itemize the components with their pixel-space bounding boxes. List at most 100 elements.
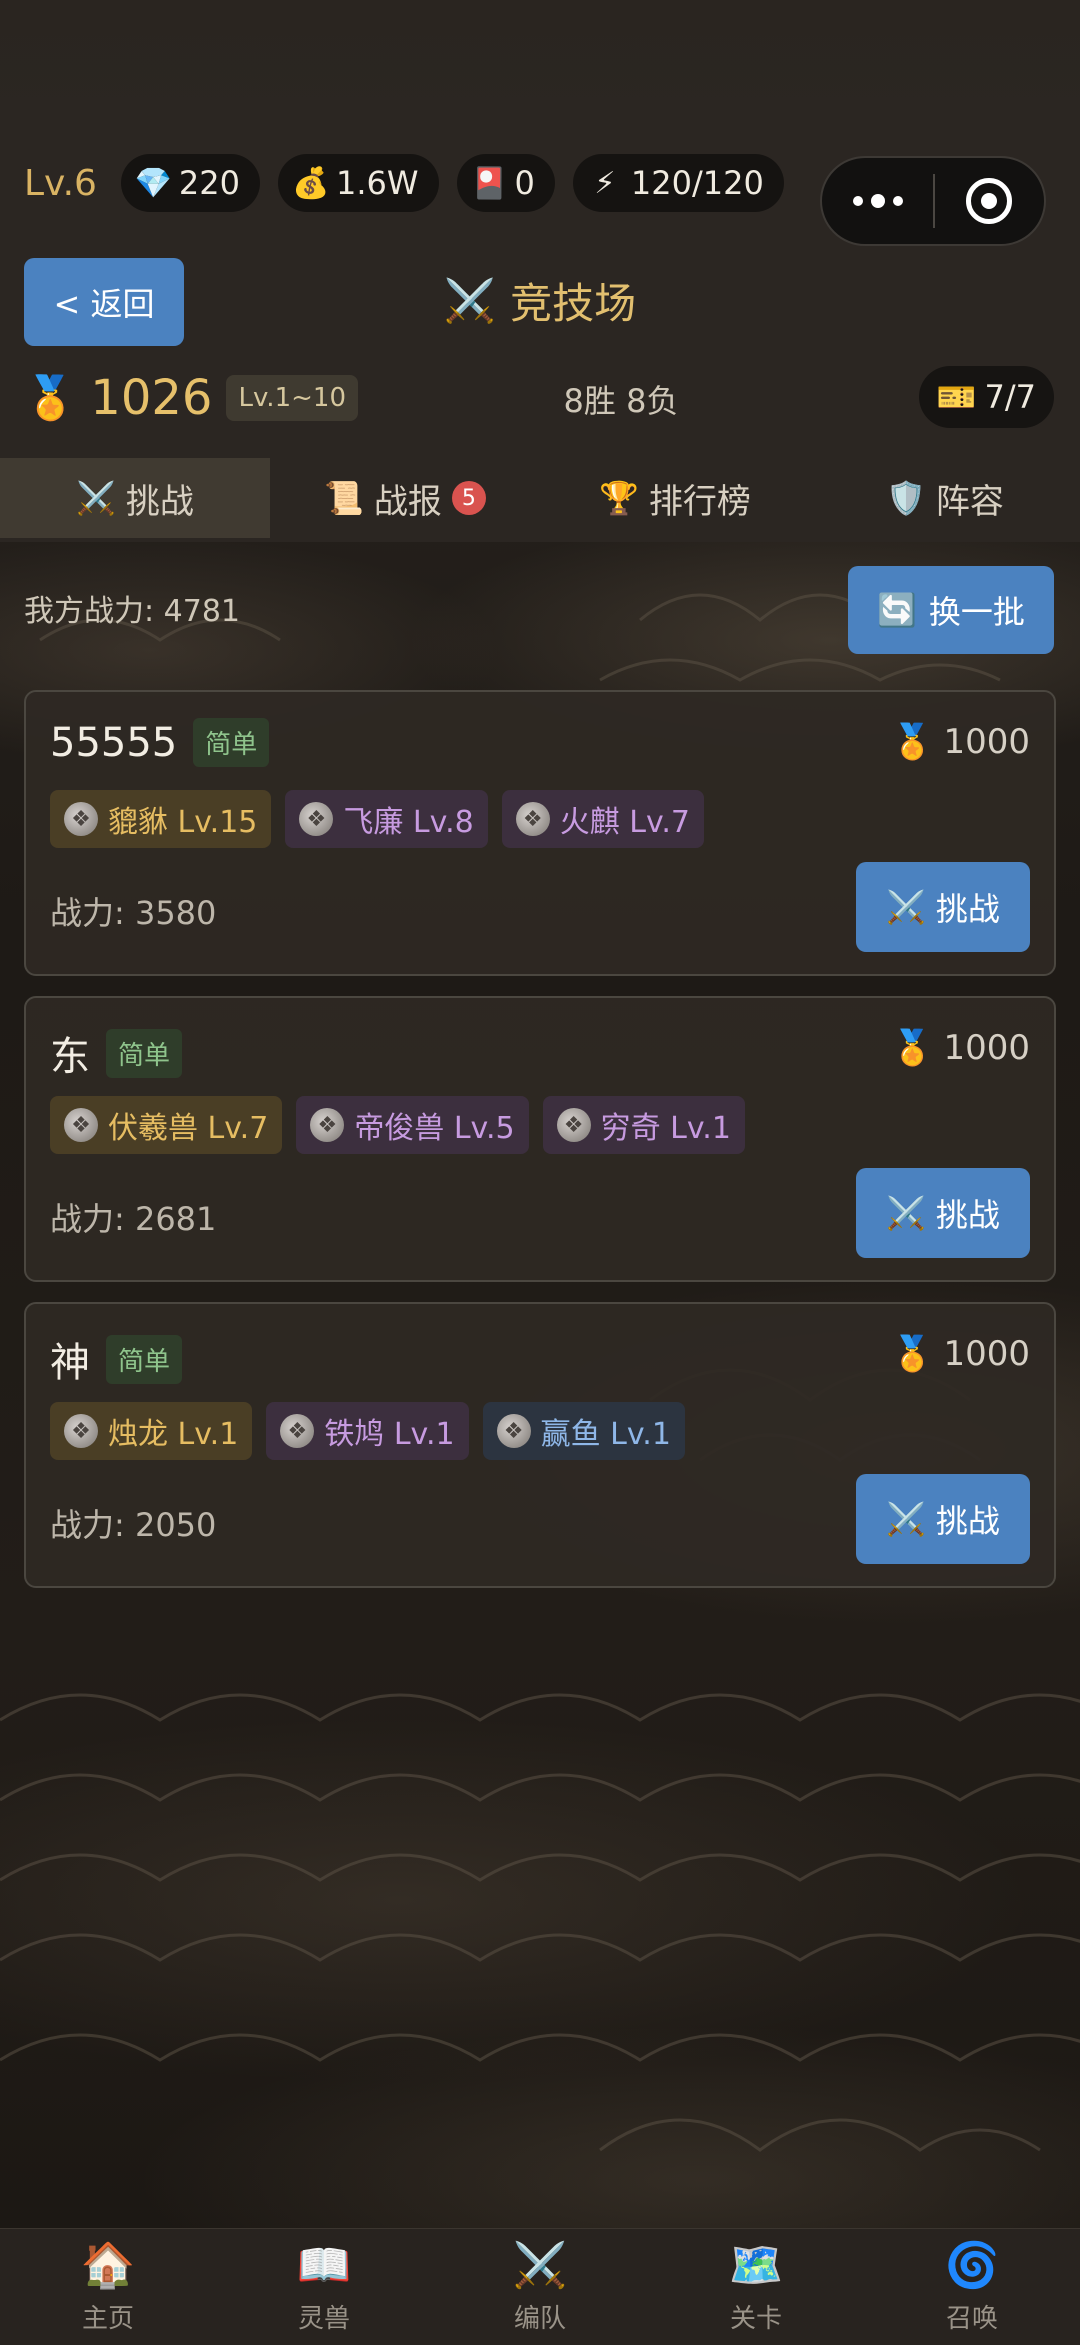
target-icon	[966, 178, 1013, 224]
gold-counter[interactable]: 💰 1.6W	[278, 154, 439, 212]
tickets-value: 7/7	[984, 378, 1037, 416]
beast-avatar-icon: ❖	[515, 802, 550, 836]
title-text: 竞技场	[510, 279, 637, 328]
bottom-nav: 🏠 主页 📖 灵兽 ⚔️ 编队 🗺️ 关卡 🌀 召唤	[0, 2228, 1080, 2345]
nav-home[interactable]: 🏠 主页	[0, 2229, 216, 2345]
difficulty-badge: 简单	[193, 718, 270, 767]
shield-icon: 🛡️	[886, 479, 926, 517]
tab-challenge[interactable]: ⚔️ 挑战	[0, 458, 270, 538]
more-icon	[852, 196, 863, 206]
diamond-value: 220	[178, 164, 240, 202]
beast-tag[interactable]: ❖ 伏羲兽 Lv.7	[50, 1096, 283, 1154]
money-bag-icon: 💰	[292, 165, 330, 201]
beast-tag[interactable]: ❖ 铁鸠 Lv.1	[266, 1402, 469, 1460]
challenge-button[interactable]: ⚔️ 挑战	[856, 862, 1030, 952]
scroll-icon: 📜	[324, 479, 364, 517]
beast-list: ❖ 伏羲兽 Lv.7 ❖ 帝俊兽 Lv.5 ❖ 穷奇 Lv.1	[50, 1096, 745, 1154]
beast-tag[interactable]: ❖ 火麒 Lv.7	[501, 790, 705, 848]
challenge-tickets: 🎫 7/7	[918, 366, 1054, 428]
more-menu-button[interactable]	[822, 194, 933, 208]
medal-icon: 🏅	[891, 1028, 934, 1068]
ticket-icon: 🎫	[936, 378, 977, 416]
tab-label: 排行榜	[648, 481, 751, 522]
notification-badge: 5	[451, 481, 486, 515]
challenge-button[interactable]: ⚔️ 挑战	[856, 1168, 1030, 1258]
nav-team[interactable]: ⚔️ 编队	[432, 2229, 648, 2345]
page-title: ⚔️ 竞技场	[0, 270, 1080, 331]
beast-tag[interactable]: ❖ 帝俊兽 Lv.5	[296, 1096, 529, 1154]
beast-tag[interactable]: ❖ 飞廉 Lv.8	[285, 790, 488, 848]
opponent-power: 战力: 3580	[50, 894, 217, 932]
gold-value: 1.6W	[336, 164, 419, 202]
tab-label: 挑战	[125, 481, 194, 522]
nav-beasts[interactable]: 📖 灵兽	[216, 2229, 432, 2345]
beast-tag[interactable]: ❖ 赢鱼 Lv.1	[482, 1402, 685, 1460]
swords-icon: ⚔️	[512, 2239, 568, 2291]
beast-avatar-icon: ❖	[280, 1414, 315, 1448]
refresh-label: 换一批	[928, 593, 1025, 631]
difficulty-badge: 简单	[106, 1334, 183, 1384]
opponent-card: 55555 简单 🏅 1000 ❖ 貔貅 Lv.15 ❖ 飞廉 Lv.8 ❖ 火麒 Lv…	[24, 690, 1056, 976]
nav-label: 召唤	[945, 2303, 998, 2334]
nav-label: 主页	[81, 2303, 134, 2334]
resource-bar: Lv.6 💎 220 💰 1.6W 🎴 0 ⚡ 120/120	[24, 152, 784, 214]
nav-summon[interactable]: 🌀 召唤	[864, 2229, 1080, 2345]
energy-value: 120/120	[630, 164, 764, 202]
swirl-icon: 🌀	[944, 2239, 1000, 2291]
swords-icon: ⚔️	[886, 1194, 926, 1232]
opponent-name: 神	[50, 1340, 90, 1386]
beast-tag[interactable]: ❖ 烛龙 Lv.1	[50, 1402, 253, 1460]
win-loss-record: 8胜 8负	[563, 382, 679, 420]
beast-list: ❖ 貔貅 Lv.15 ❖ 飞廉 Lv.8 ❖ 火麒 Lv.7	[50, 790, 705, 848]
swords-icon: ⚔️	[886, 888, 926, 926]
medal-icon: 🏅	[891, 1334, 934, 1374]
diamond-icon: 💎	[134, 165, 173, 201]
beast-avatar-icon: ❖	[299, 802, 334, 836]
refresh-icon: 🔄	[877, 591, 917, 629]
map-icon: 🗺️	[728, 2239, 784, 2291]
beast-avatar-icon: ❖	[310, 1108, 345, 1142]
my-power: 我方战力: 4781	[24, 594, 240, 629]
energy-icon: ⚡	[594, 165, 616, 201]
book-icon: 📖	[296, 2239, 352, 2291]
top-strip	[0, 0, 1080, 132]
opponent-power: 战力: 2681	[50, 1200, 217, 1238]
opponent-name: 东	[50, 1034, 90, 1080]
refresh-button[interactable]: 🔄 换一批	[848, 566, 1054, 654]
close-miniprogram-button[interactable]	[935, 178, 1044, 224]
opponent-name: 55555	[50, 719, 178, 766]
tab-label: 阵容	[935, 481, 1004, 522]
nav-stages[interactable]: 🗺️ 关卡	[648, 2229, 864, 2345]
ticket-counter[interactable]: 🎴 0	[456, 154, 555, 212]
opponent-card: 东 简单 🏅 1000 ❖ 伏羲兽 Lv.7 ❖ 帝俊兽 Lv.5 ❖ 穷奇 Lv.1 …	[24, 996, 1056, 1282]
beast-avatar-icon: ❖	[64, 1108, 98, 1142]
opponent-points: 🏅 1000	[891, 722, 1030, 762]
opponent-card: 神 简单 🏅 1000 ❖ 烛龙 Lv.1 ❖ 铁鸠 Lv.1 ❖ 赢鱼 Lv.1 战力…	[24, 1302, 1056, 1588]
crossed-swords-icon: ⚔️	[443, 275, 497, 325]
beast-avatar-icon: ❖	[496, 1414, 531, 1448]
tab-bar: ⚔️ 挑战 📜 战报 5 🏆 排行榜 🛡️ 阵容	[0, 458, 1080, 538]
beast-avatar-icon: ❖	[556, 1108, 591, 1142]
tab-label: 战报	[373, 481, 442, 522]
nav-label: 关卡	[729, 2303, 782, 2334]
home-icon: 🏠	[80, 2239, 136, 2291]
tab-lineup[interactable]: 🛡️ 阵容	[810, 458, 1080, 538]
beast-avatar-icon: ❖	[64, 802, 98, 836]
diamond-counter[interactable]: 💎 220	[120, 154, 260, 212]
nav-label: 编队	[513, 2303, 566, 2334]
beast-tag[interactable]: ❖ 貔貅 Lv.15	[50, 790, 272, 848]
tab-leaderboard[interactable]: 🏆 排行榜	[540, 458, 810, 538]
energy-counter[interactable]: ⚡ 120/120	[572, 154, 784, 212]
tab-battle-reports[interactable]: 📜 战报 5	[270, 458, 540, 538]
trophy-icon: 🏆	[599, 479, 639, 517]
challenge-button[interactable]: ⚔️ 挑战	[856, 1474, 1030, 1564]
difficulty-badge: 简单	[106, 1028, 183, 1078]
swords-icon: ⚔️	[76, 479, 116, 517]
opponent-power: 战力: 2050	[50, 1506, 217, 1544]
beast-tag[interactable]: ❖ 穷奇 Lv.1	[542, 1096, 745, 1154]
opponent-points: 🏅 1000	[891, 1334, 1030, 1374]
red-ticket-icon: 🎴	[470, 165, 508, 201]
medal-icon: 🏅	[891, 722, 934, 762]
miniprogram-capsule	[820, 156, 1046, 246]
swords-icon: ⚔️	[886, 1500, 926, 1538]
